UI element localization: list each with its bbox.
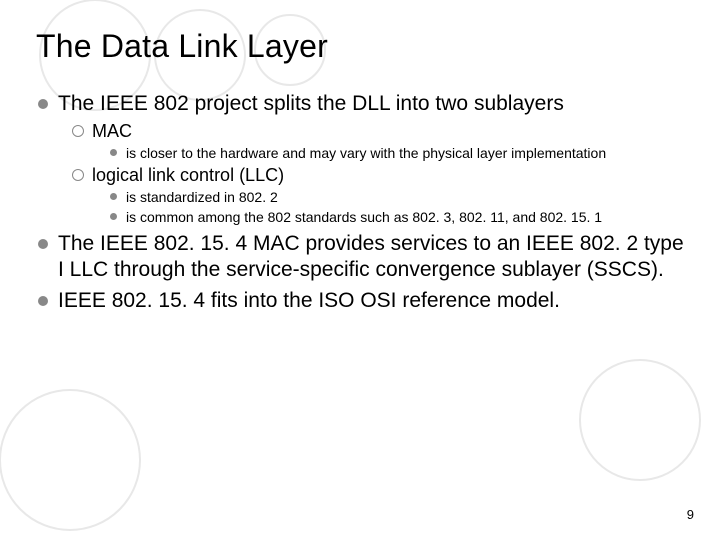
- bullet-l1: IEEE 802. 15. 4 fits into the ISO OSI re…: [36, 288, 684, 315]
- bullet-text: logical link control (LLC): [92, 165, 284, 185]
- bullet-text: MAC: [92, 121, 132, 141]
- bullet-list-level2: MAC is closer to the hardware and may va…: [58, 120, 684, 227]
- bullet-l2: logical link control (LLC) is standardiz…: [72, 164, 684, 226]
- bullet-list-level1: The IEEE 802 project splits the DLL into…: [36, 91, 684, 315]
- page-number: 9: [687, 507, 694, 522]
- bullet-l1: The IEEE 802 project splits the DLL into…: [36, 91, 684, 227]
- bullet-list-level3: is standardized in 802. 2 is common amon…: [92, 188, 684, 226]
- bullet-l3: is standardized in 802. 2: [110, 188, 684, 206]
- bullet-text: is common among the 802 standards such a…: [126, 209, 602, 225]
- bullet-l3: is common among the 802 standards such a…: [110, 208, 684, 226]
- bullet-text: is standardized in 802. 2: [126, 189, 278, 205]
- bullet-text: IEEE 802. 15. 4 fits into the ISO OSI re…: [58, 289, 560, 312]
- bullet-text: is closer to the hardware and may vary w…: [126, 145, 606, 161]
- slide: The Data Link Layer The IEEE 802 project…: [0, 0, 720, 540]
- bullet-l1: The IEEE 802. 15. 4 MAC provides service…: [36, 231, 684, 285]
- bullet-l3: is closer to the hardware and may vary w…: [110, 144, 684, 162]
- bullet-list-level3: is closer to the hardware and may vary w…: [92, 144, 684, 162]
- bullet-text: The IEEE 802 project splits the DLL into…: [58, 92, 564, 115]
- bullet-text: The IEEE 802. 15. 4 MAC provides service…: [58, 232, 684, 282]
- bullet-l2: MAC is closer to the hardware and may va…: [72, 120, 684, 162]
- slide-title: The Data Link Layer: [36, 28, 684, 65]
